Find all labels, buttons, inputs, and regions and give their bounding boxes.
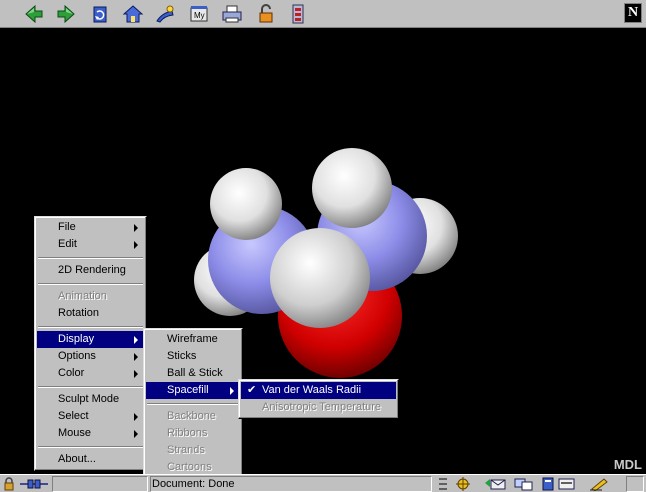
menu-item-label: 2D Rendering	[58, 264, 126, 276]
search-icon	[156, 5, 174, 23]
discussion-icon[interactable]	[514, 477, 534, 492]
security-icon	[259, 4, 273, 23]
menu-item-anisotropic-temperature: Anisotropic Temperature	[241, 399, 396, 416]
menu-item-label: Anisotropic Temperature	[262, 401, 382, 413]
menu-item-wireframe[interactable]: Wireframe	[146, 331, 240, 348]
menu-item-label: Ribbons	[167, 427, 208, 439]
submenu-arrow-icon	[134, 370, 138, 378]
menu-item-ribbons: Ribbons	[146, 425, 240, 442]
submenu-arrow-icon	[134, 336, 138, 344]
menu-item-label: About...	[58, 453, 96, 465]
menu-separator	[37, 279, 144, 288]
menu-item-ball-and-stick[interactable]: Ball & Stick	[146, 365, 240, 382]
forward-icon	[57, 4, 75, 24]
menu-item-label: Display	[58, 333, 95, 345]
component-bar-handle-icon[interactable]	[438, 477, 448, 492]
reload-button[interactable]	[88, 2, 112, 26]
hydrogen-atom	[210, 168, 282, 240]
menu-item-strands: Strands	[146, 442, 240, 459]
menu-item-select[interactable]: Select	[37, 408, 144, 425]
menu-separator	[37, 322, 144, 331]
status-text: Document: Done	[152, 478, 235, 490]
menu-separator	[146, 399, 240, 408]
menu-item-label: Backbone	[167, 410, 216, 422]
forward-button[interactable]	[54, 2, 78, 26]
menu-item-label: Select	[58, 410, 89, 422]
back-button[interactable]	[22, 2, 46, 26]
display-submenu: Wireframe Sticks Ball & Stick Spacefill …	[143, 328, 243, 479]
mdl-logo: MDL	[613, 457, 642, 472]
submenu-arrow-icon	[134, 430, 138, 438]
menu-item-label: Spacefill	[167, 384, 209, 396]
menu-item-label: Van der Waals Radii	[262, 384, 362, 396]
menu-item-animation: Animation	[37, 288, 144, 305]
context-menu: File Edit 2D Rendering Animation Rotatio…	[34, 216, 147, 471]
print-button[interactable]	[220, 2, 244, 26]
submenu-arrow-icon	[134, 353, 138, 361]
menu-item-label: Ball & Stick	[167, 367, 223, 379]
composer-icon[interactable]	[558, 477, 576, 492]
edit-pen-icon[interactable]	[590, 477, 610, 492]
menu-item-options[interactable]: Options	[37, 348, 144, 365]
menu-item-spacefill[interactable]: Spacefill	[146, 382, 240, 399]
menu-item-label: File	[58, 221, 76, 233]
print-icon	[222, 5, 242, 23]
connection-icon	[20, 477, 48, 492]
progress-bar	[52, 476, 148, 492]
stop-icon	[292, 4, 304, 24]
menu-item-sticks[interactable]: Sticks	[146, 348, 240, 365]
security-button[interactable]	[254, 2, 278, 26]
menu-separator	[37, 382, 144, 391]
menu-separator	[37, 442, 144, 451]
submenu-arrow-icon	[134, 413, 138, 421]
navigator-icon[interactable]	[454, 477, 472, 492]
submenu-arrow-icon	[134, 241, 138, 249]
resize-grip[interactable]	[626, 476, 644, 492]
home-icon	[122, 5, 144, 23]
netscape-logo: N	[624, 3, 642, 23]
submenu-arrow-icon	[230, 387, 234, 395]
menu-item-label: Sculpt Mode	[58, 393, 120, 405]
mail-icon[interactable]	[485, 477, 507, 492]
menu-item-label: Mouse	[58, 427, 92, 439]
menu-item-label: Rotation	[58, 307, 99, 319]
address-book-icon[interactable]	[541, 477, 555, 492]
menu-item-van-der-waals-radii[interactable]: ✔ Van der Waals Radii	[241, 382, 396, 399]
menu-item-label: Animation	[58, 290, 107, 302]
menu-item-label: Edit	[58, 238, 77, 250]
hydrogen-atom	[312, 148, 392, 228]
my-netscape-text: My	[194, 11, 205, 20]
navigation-toolbar: My N	[0, 0, 646, 28]
stop-button[interactable]	[286, 2, 310, 26]
menu-item-label: Color	[58, 367, 85, 379]
menu-item-label: Strands	[167, 444, 205, 456]
menu-item-about[interactable]: About...	[37, 451, 144, 468]
search-button[interactable]	[153, 2, 177, 26]
menu-item-display[interactable]: Display	[37, 331, 144, 348]
menu-item-label: Sticks	[167, 350, 197, 362]
checkmark-icon: ✔	[247, 384, 257, 396]
my-netscape-button[interactable]: My	[187, 2, 211, 26]
back-icon	[25, 4, 43, 24]
menu-item-label: Cartoons	[167, 461, 212, 473]
status-bar: Document: Done	[0, 474, 646, 492]
reload-icon	[93, 6, 107, 23]
menu-item-label: Wireframe	[167, 333, 218, 345]
my-netscape-icon: My	[190, 6, 208, 22]
menu-item-rotation[interactable]: Rotation	[37, 305, 144, 322]
home-button[interactable]	[121, 2, 145, 26]
menu-item-mouse[interactable]: Mouse	[37, 425, 144, 442]
menu-item-file[interactable]: File	[37, 219, 144, 236]
menu-item-edit[interactable]: Edit	[37, 236, 144, 253]
submenu-arrow-icon	[134, 224, 138, 232]
security-lock-icon[interactable]	[2, 477, 16, 492]
menu-separator	[37, 253, 144, 262]
menu-item-backbone: Backbone	[146, 408, 240, 425]
menu-item-color[interactable]: Color	[37, 365, 144, 382]
menu-item-2d-rendering[interactable]: 2D Rendering	[37, 262, 144, 279]
spacefill-submenu: ✔ Van der Waals Radii Anisotropic Tempera…	[238, 379, 399, 419]
menu-item-sculpt-mode[interactable]: Sculpt Mode	[37, 391, 144, 408]
menu-item-label: Options	[58, 350, 96, 362]
carbon-atom	[270, 228, 370, 328]
